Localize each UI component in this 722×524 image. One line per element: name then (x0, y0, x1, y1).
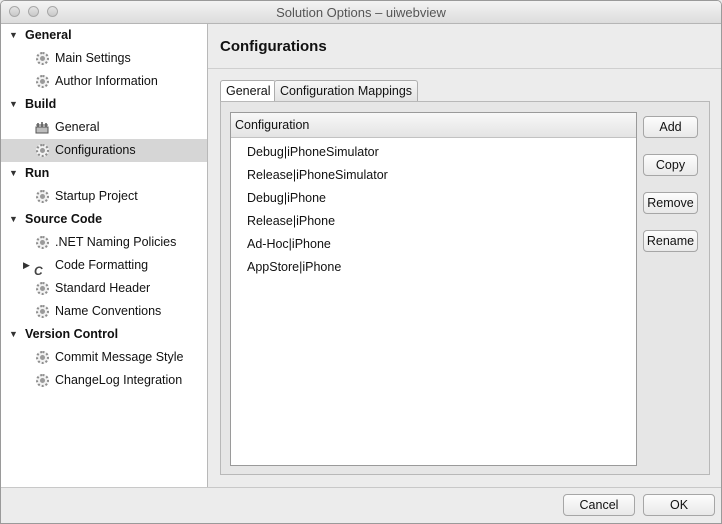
sidebar-item-startup-project[interactable]: Startup Project (1, 185, 207, 208)
sidebar-category-source-code[interactable]: ▼ Source Code (1, 208, 207, 231)
disclosure-expanded-icon[interactable]: ▼ (9, 93, 18, 116)
list-item[interactable]: Ad-Hoc|iPhone (247, 233, 331, 256)
sidebar-item-label: General (55, 120, 100, 134)
configurations-list[interactable]: Configuration Debug|iPhoneSimulator Rele… (230, 112, 637, 466)
sidebar-item-label: Name Conventions (55, 304, 162, 318)
cancel-button[interactable]: Cancel (563, 494, 635, 516)
sidebar-item-net-naming-policies[interactable]: .NET Naming Policies (1, 231, 207, 254)
list-item[interactable]: Release|iPhone (247, 210, 335, 233)
list-item[interactable]: Debug|iPhoneSimulator (247, 141, 379, 164)
gear-icon (36, 351, 49, 364)
gear-icon (36, 282, 49, 295)
gear-icon (36, 190, 49, 203)
sidebar-category-version-control[interactable]: ▼ Version Control (1, 323, 207, 346)
sidebar-category-label: General (25, 28, 72, 42)
sidebar-category-label: Run (25, 166, 50, 180)
sidebar-category-build[interactable]: ▼ Build (1, 93, 207, 116)
sidebar-category-label: Version Control (25, 327, 119, 341)
add-button[interactable]: Add (643, 116, 698, 138)
sidebar-category-label: Build (25, 97, 57, 111)
disclosure-expanded-icon[interactable]: ▼ (9, 208, 18, 231)
sidebar-item-label: .NET Naming Policies (55, 235, 177, 249)
gear-icon (36, 52, 49, 65)
title-bar: Solution Options – uiwebview (1, 1, 721, 24)
sidebar-item-label: Main Settings (55, 51, 131, 65)
tab-general[interactable]: General (220, 80, 277, 102)
sidebar-category-label: Source Code (25, 212, 103, 226)
sidebar-category-run[interactable]: ▼ Run (1, 162, 207, 185)
window-title: Solution Options – uiwebview (276, 5, 446, 20)
configuration-column-header[interactable]: Configuration (231, 113, 636, 138)
sidebar-item-label: Code Formatting (55, 258, 149, 272)
copy-button[interactable]: Copy (643, 154, 698, 176)
build-icon (35, 122, 49, 134)
sidebar-category-general[interactable]: ▼ General (1, 24, 207, 47)
list-item[interactable]: AppStore|iPhone (247, 256, 341, 279)
sidebar-item-label: Standard Header (55, 281, 151, 295)
solution-options-window: Solution Options – uiwebview ▼ General M… (0, 0, 722, 524)
sidebar-item-standard-header[interactable]: Standard Header (1, 277, 207, 300)
gear-icon (36, 305, 49, 318)
footer-divider (1, 487, 721, 488)
disclosure-expanded-icon[interactable]: ▼ (9, 162, 18, 185)
sidebar-item-label: Commit Message Style (55, 350, 184, 364)
sidebar-item-main-settings[interactable]: Main Settings (1, 47, 207, 70)
sidebar-item-author-information[interactable]: Author Information (1, 70, 207, 93)
gear-icon (36, 374, 49, 387)
sidebar-item-build-general[interactable]: General (1, 116, 207, 139)
ok-button[interactable]: OK (643, 494, 715, 516)
disclosure-expanded-icon[interactable]: ▼ (9, 24, 18, 47)
sidebar-item-name-conventions[interactable]: Name Conventions (1, 300, 207, 323)
sidebar-item-configurations[interactable]: Configurations (1, 139, 207, 162)
list-item[interactable]: Debug|iPhone (247, 187, 326, 210)
sidebar-item-code-formatting[interactable]: ▶ C Code Formatting (1, 254, 207, 278)
sidebar-item-label: Configurations (55, 143, 136, 157)
sidebar-item-label: Startup Project (55, 189, 138, 203)
gear-icon (36, 236, 49, 249)
list-item[interactable]: Release|iPhoneSimulator (247, 164, 388, 187)
page-title: Configurations (220, 38, 327, 55)
tab-configuration-mappings[interactable]: Configuration Mappings (274, 80, 419, 101)
options-sidebar: ▼ General Main Settings Author Informati… (1, 24, 208, 487)
sidebar-item-changelog-integration[interactable]: ChangeLog Integration (1, 369, 207, 392)
header-divider (208, 68, 721, 69)
gear-icon (36, 144, 49, 157)
remove-button[interactable]: Remove (643, 192, 698, 214)
gear-icon (36, 75, 49, 88)
disclosure-collapsed-icon[interactable]: ▶ (23, 254, 30, 277)
sidebar-item-label: ChangeLog Integration (55, 373, 183, 387)
sidebar-item-label: Author Information (55, 74, 158, 88)
sidebar-item-commit-message-style[interactable]: Commit Message Style (1, 346, 207, 369)
disclosure-expanded-icon[interactable]: ▼ (9, 323, 18, 346)
rename-button[interactable]: Rename (643, 230, 698, 252)
